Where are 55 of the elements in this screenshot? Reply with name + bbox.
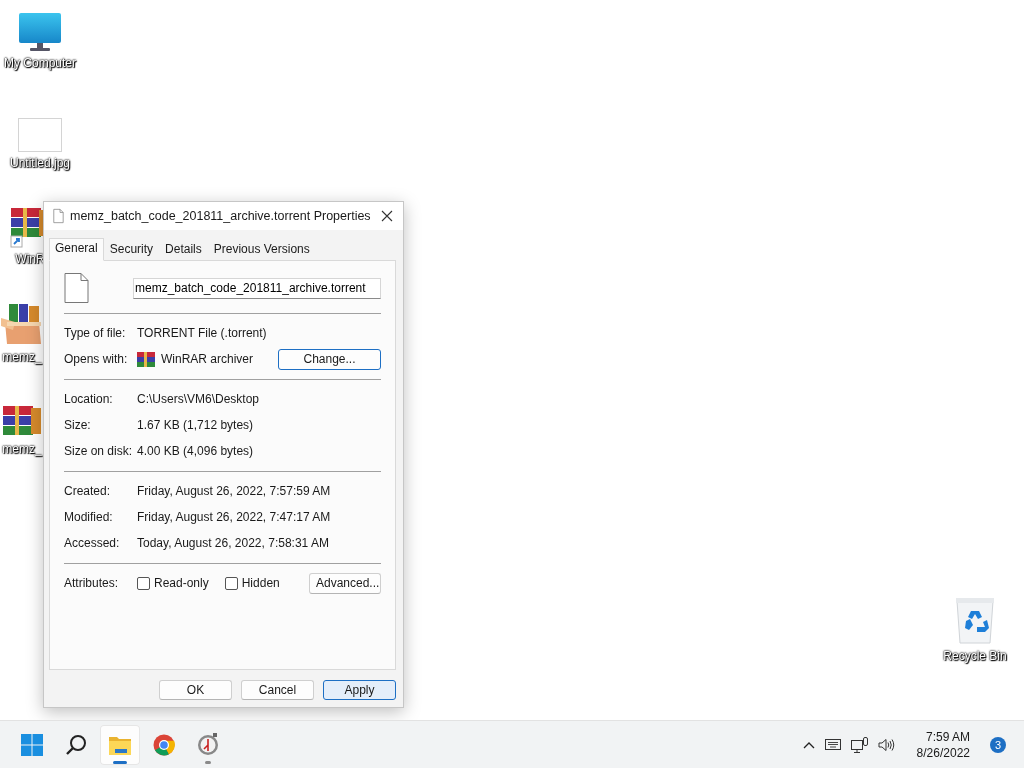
network-icon: [850, 736, 868, 753]
books-icon: [1, 404, 43, 438]
package-icon: [1, 304, 43, 346]
keyboard-icon: [824, 739, 841, 750]
desktop-icon-label[interactable]: Recycle Bin: [943, 649, 1007, 663]
chrome-icon: [153, 733, 175, 756]
property-value: TORRENT File (.torrent): [137, 326, 267, 340]
books-icon: [137, 351, 155, 367]
property-label: Opens with:: [64, 352, 129, 366]
property-label: Modified:: [64, 510, 114, 524]
property-label: Size on disk:: [64, 444, 134, 458]
start-icon: [21, 733, 43, 756]
property-label: Accessed:: [64, 536, 121, 550]
property-label: Location:: [64, 392, 114, 406]
dialog-button[interactable]: Cancel: [241, 680, 314, 700]
tab[interactable]: Details: [159, 239, 208, 260]
dialog-button[interactable]: Apply: [323, 680, 396, 700]
tab[interactable]: Previous Versions: [207, 239, 316, 260]
checkbox-label[interactable]: Hidden: [241, 576, 280, 590]
checkbox[interactable]: [224, 576, 238, 590]
change-button[interactable]: Change...: [278, 348, 381, 370]
file-name-field[interactable]: memz_batch_code_201811_archive.torrent: [133, 277, 381, 299]
property-value: 1.67 KB (1,712 bytes): [137, 418, 254, 432]
tab[interactable]: General: [49, 238, 104, 261]
speaker-icon: [877, 737, 895, 752]
recycle-bin-icon: [955, 597, 995, 645]
property-value: Today, August 26, 2022, 7:58:31 AM: [137, 536, 329, 550]
property-label: Created:: [64, 484, 112, 498]
advanced-button[interactable]: Advanced...: [309, 572, 381, 594]
checkbox-label[interactable]: Read-only: [154, 576, 209, 590]
clock[interactable]: 7:59 AM 8/26/2022: [912, 728, 974, 761]
property-label: Size:: [64, 418, 92, 432]
desktop-icon-label[interactable]: Untitled.jpg: [9, 156, 70, 170]
desktop-icon-label[interactable]: memz_: [2, 442, 42, 456]
close-icon: [380, 210, 393, 222]
property-value: Friday, August 26, 2022, 7:57:59 AM: [137, 484, 331, 498]
monitor-icon: [18, 12, 62, 52]
clock-icon: [197, 733, 219, 756]
desktop-icon-label[interactable]: memz_: [2, 350, 42, 364]
property-value: 4.00 KB (4,096 bytes): [137, 444, 254, 458]
property-value: WinRAR archiver: [161, 352, 253, 366]
property-label: Attributes:: [64, 576, 120, 590]
document-icon: [64, 273, 89, 303]
window-title: memz_batch_code_201811_archive.torrent Properties: [69, 209, 371, 223]
property-value: Friday, August 26, 2022, 7:47:17 AM: [137, 510, 331, 524]
document-icon: [53, 207, 64, 225]
tab[interactable]: Security: [103, 239, 160, 260]
notification-badge[interactable]: 3: [990, 736, 1006, 753]
property-value: C:\Users\VM6\Desktop: [137, 392, 260, 406]
search-icon: [65, 733, 87, 756]
desktop-icon-label[interactable]: My Computer: [4, 56, 76, 70]
blank-image-thumbnail: [18, 118, 62, 152]
dialog-button[interactable]: OK: [159, 680, 232, 700]
property-label: Type of file:: [64, 326, 127, 340]
checkbox[interactable]: [137, 576, 150, 590]
